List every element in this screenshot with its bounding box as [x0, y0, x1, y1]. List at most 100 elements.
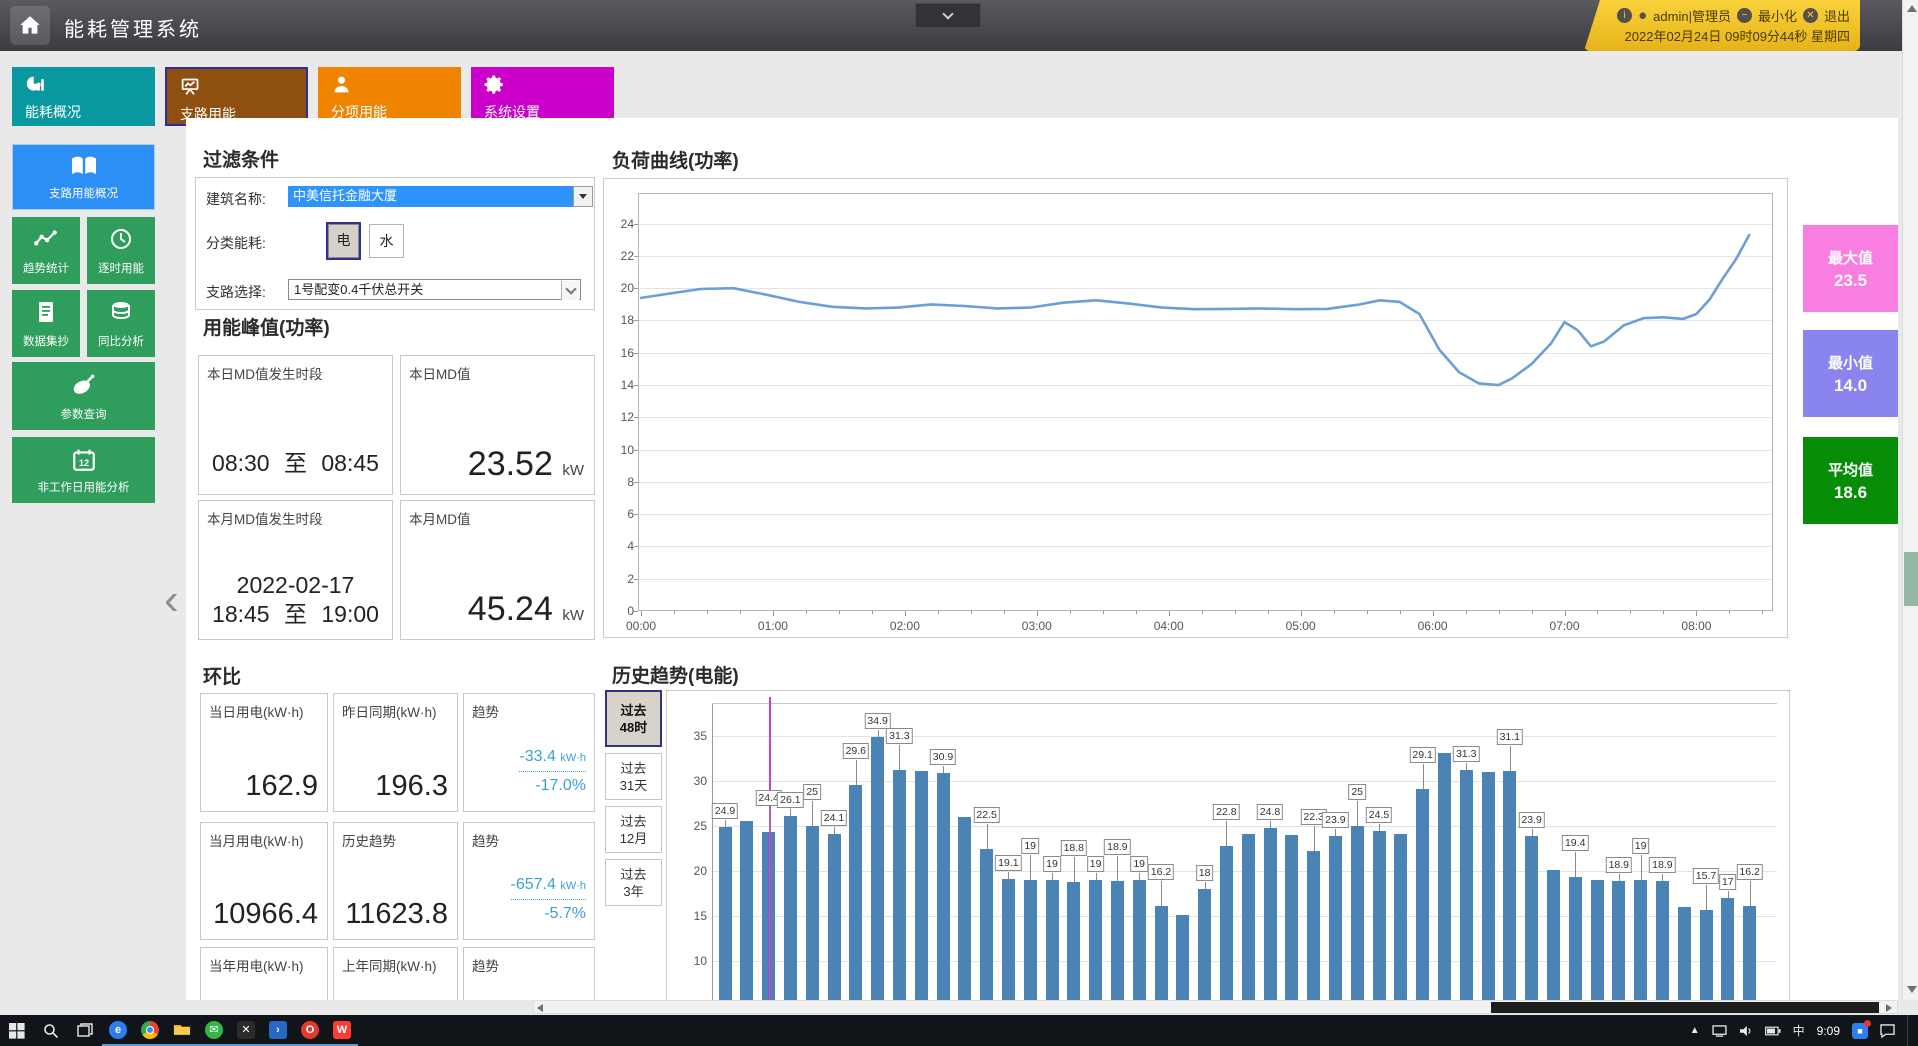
user-icon: ● [1638, 7, 1647, 24]
sidebar-item-nonworkday-analysis[interactable]: 12 非工作日用能分析 [12, 437, 155, 503]
bar [1569, 877, 1582, 1000]
taskbar-app-vscode[interactable]: › [262, 1015, 294, 1046]
horizontal-scrollbar[interactable] [533, 1000, 1898, 1014]
taskbar-app-wechat[interactable]: ✉ [198, 1015, 230, 1046]
water-toggle[interactable]: 水 [369, 224, 404, 258]
branch-select-arrow[interactable] [561, 281, 579, 300]
history-chart-panel: 353025201510524.924.426.12524.129.634.93… [666, 690, 1790, 1000]
titlebar-expand-button[interactable] [915, 3, 981, 28]
cell-value: 196.3 [375, 770, 448, 803]
document-icon [12, 300, 80, 324]
tray-expand-icon[interactable]: ▲ [1690, 1025, 1700, 1036]
bar [719, 827, 732, 1000]
taskbar-app-chrome[interactable] [134, 1015, 166, 1046]
logout-icon[interactable]: ✕ [1803, 8, 1818, 23]
collapse-panel-arrow[interactable]: ‹ [164, 578, 179, 622]
bar [1678, 907, 1691, 1000]
bar [1351, 826, 1364, 1000]
taskbar-app-wps[interactable]: W [326, 1015, 358, 1046]
ime-indicator[interactable]: 中 [1793, 1022, 1805, 1039]
database-icon [87, 300, 155, 324]
sidebar-item-trend-stats[interactable]: 趋势统计 [12, 217, 80, 284]
tab-past-31d[interactable]: 过去 31天 [605, 753, 662, 800]
huanbi-cell: 历史趋势 11623.8 [333, 822, 458, 940]
scroll-left-arrow[interactable] [537, 1004, 543, 1012]
taskbar-app-xshell[interactable]: ✕ [230, 1015, 262, 1046]
cell-label: 趋势 [472, 830, 499, 850]
network-icon[interactable] [1712, 1025, 1727, 1037]
sidebar-item-parameter-query[interactable]: 参数查询 [12, 362, 155, 430]
vertical-scroll-thumb[interactable] [1904, 552, 1918, 606]
bar [1046, 880, 1059, 1000]
code-app-icon: › [269, 1021, 287, 1039]
clock[interactable]: 9:09 [1817, 1024, 1840, 1038]
horizontal-scroll-thumb[interactable] [1491, 1002, 1879, 1013]
sidebar-item-data-collection[interactable]: 数据集抄 [12, 290, 80, 357]
bar [806, 826, 819, 1000]
building-select[interactable]: 中美信托金融大厦 [288, 186, 573, 207]
vertical-scrollbar[interactable] [1902, 0, 1918, 1000]
bar [740, 821, 753, 1000]
battery-icon[interactable] [1765, 1026, 1781, 1036]
cell-value: 162.9 [245, 770, 318, 803]
scroll-right-arrow[interactable] [1886, 1004, 1892, 1012]
taskbar-app-edge[interactable]: e [102, 1015, 134, 1046]
building-select-arrow[interactable] [573, 186, 593, 207]
stat-label: 最大值 [1803, 247, 1898, 268]
search-button[interactable] [34, 1015, 68, 1046]
o-app-icon: O [301, 1021, 319, 1039]
taskbar-app-opera[interactable]: O [294, 1015, 326, 1046]
sidebar-item-hourly-energy[interactable]: 逐时用能 [87, 217, 155, 284]
sidebar-item-yoy-analysis[interactable]: 同比分析 [87, 290, 155, 357]
sidebar-item-branch-overview[interactable]: 支路用能概况 [12, 144, 155, 210]
bar [1329, 836, 1342, 1000]
home-button[interactable] [10, 6, 50, 45]
bar-value-label: 18.9 [1606, 857, 1632, 873]
start-button[interactable] [0, 1015, 34, 1046]
scroll-down-arrow[interactable] [1907, 986, 1917, 993]
notification-icon[interactable] [1880, 1024, 1895, 1038]
highlight-cursor-line [769, 697, 771, 1000]
bar-value-label: 18.9 [1649, 857, 1675, 873]
triangle-down-icon [579, 194, 587, 199]
task-view-button[interactable] [68, 1015, 102, 1046]
chevron-down-icon [942, 8, 953, 19]
sidebar-label: 数据集抄 [12, 333, 80, 349]
taskbar-app-file-explorer[interactable] [166, 1015, 198, 1046]
show-desktop-button[interactable] [1907, 1015, 1912, 1046]
scroll-up-arrow[interactable] [1907, 5, 1917, 12]
huanbi-title: 环比 [203, 662, 241, 689]
bar-value-label: 30.9 [930, 749, 956, 765]
building-label: 建筑名称: [206, 189, 266, 209]
branch-select[interactable]: 1号配变0.4千伏总开关 [288, 279, 581, 300]
minimize-icon[interactable]: − [1737, 8, 1752, 23]
tray-app-badge[interactable]: ■ [1852, 1023, 1868, 1039]
info-icon[interactable]: i [1617, 8, 1632, 23]
card-label: 本月MD值发生时段 [207, 508, 323, 528]
tab-past-3y[interactable]: 过去 3年 [605, 859, 662, 906]
minimize-label[interactable]: 最小化 [1758, 6, 1797, 25]
sidebar-label: 支路用能概况 [13, 185, 154, 201]
trend-values: -657.4 kW·h -5.7% [511, 876, 587, 923]
bar [893, 770, 906, 1000]
bar [1525, 836, 1538, 1000]
volume-icon[interactable] [1739, 1025, 1753, 1037]
electric-toggle[interactable]: 电 [326, 222, 361, 260]
today-md-period: 08:30 至 08:45 [199, 444, 392, 478]
bar [1612, 881, 1625, 1000]
nav-tile-energy-overview[interactable]: 能耗概况 [12, 67, 155, 126]
sidebar-label: 非工作日用能分析 [12, 479, 155, 495]
bar [784, 816, 797, 1000]
load-curve-chart: 02468101214161820222400:0001:0002:0003:0… [604, 179, 1789, 639]
card-label: 本月MD值 [409, 508, 471, 528]
bar [1482, 772, 1495, 1000]
wps-icon: W [333, 1021, 351, 1039]
history-bar-chart: 353025201510524.924.426.12524.129.634.93… [667, 691, 1791, 1000]
peak-card-today-period: 本日MD值发生时段 08:30 至 08:45 [198, 355, 393, 495]
huanbi-cell: 当年用电(kW·h) [200, 947, 328, 1000]
tab-past-12m[interactable]: 过去 12月 [605, 806, 662, 853]
tab-past-48h[interactable]: 过去 48时 [605, 690, 662, 747]
sidebar-label: 参数查询 [12, 406, 155, 422]
filter-panel: 建筑名称: 中美信托金融大厦 分类能耗: 电 水 支路选择: 1号配变0.4千伏… [195, 177, 595, 310]
logout-label[interactable]: 退出 [1824, 6, 1850, 25]
